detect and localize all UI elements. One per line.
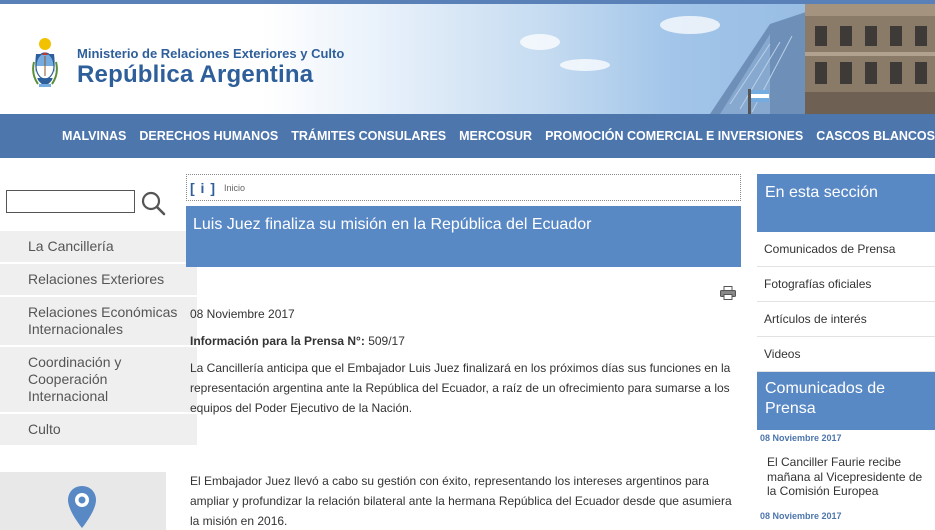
press-releases-heading: Comunicados de Prensa (757, 372, 935, 430)
nav-item-malvinas[interactable]: MALVINAS (62, 129, 126, 143)
site-header: Ministerio de Relaciones Exteriores y Cu… (0, 4, 935, 114)
press-number: 509/17 (364, 334, 405, 348)
main-nav: MALVINAS DERECHOS HUMANOS TRÁMITES CONSU… (0, 114, 935, 158)
nav-item-cascos-blancos[interactable]: CASCOS BLANCOS (816, 129, 935, 143)
article-body: 08 Noviembre 2017 Información para la Pr… (190, 304, 738, 530)
article-title-bar: Luis Juez finaliza su misión en la Repúb… (186, 206, 741, 267)
info-icon: [ i ] (190, 179, 216, 196)
cloud-decoration (520, 34, 560, 50)
nav-item-mercosur[interactable]: MERCOSUR (459, 129, 532, 143)
article-date: 08 Noviembre 2017 (190, 307, 295, 321)
section-links: Comunicados de Prensa Fotografías oficia… (757, 232, 935, 372)
site-logo[interactable]: Ministerio de Relaciones Exteriores y Cu… (30, 34, 344, 94)
section-heading: En esta sección (757, 174, 935, 232)
article-paragraph-2: El Embajador Juez llevó a cabo su gestió… (190, 474, 732, 528)
search-input[interactable] (6, 190, 135, 213)
ministry-name: Ministerio de Relaciones Exteriores y Cu… (77, 46, 345, 61)
printer-icon[interactable] (720, 286, 736, 300)
section-link-fotografias[interactable]: Fotografías oficiales (757, 267, 935, 302)
search-icon[interactable] (140, 190, 166, 216)
building-image (710, 4, 935, 114)
news-date: 08 Noviembre 2017 (760, 511, 842, 521)
nav-item-derechos-humanos[interactable]: DERECHOS HUMANOS (139, 129, 278, 143)
breadcrumb: [ i ] Inicio (186, 174, 741, 201)
news-link[interactable]: El Canciller Faurie recibe mañana al Vic… (767, 455, 932, 499)
news-date: 08 Noviembre 2017 (760, 433, 842, 443)
page-title: Luis Juez finaliza su misión en la Repúb… (193, 216, 592, 233)
cloud-decoration (560, 59, 610, 71)
section-link-comunicados[interactable]: Comunicados de Prensa (757, 232, 935, 267)
sidebar-item-relaciones-economicas[interactable]: Relaciones Económicas Internacionales (0, 297, 197, 347)
sidebar-menu: La Cancillería Relaciones Exteriores Rel… (0, 231, 197, 447)
map-widget[interactable] (0, 472, 166, 530)
sidebar-item-la-cancilleria[interactable]: La Cancillería (0, 231, 197, 264)
coat-of-arms-icon (32, 38, 58, 87)
country-name: República Argentina (77, 61, 314, 88)
location-pin-icon (68, 486, 96, 528)
press-label: Información para la Prensa N°: (190, 334, 365, 348)
section-link-articulos[interactable]: Artículos de interés (757, 302, 935, 337)
nav-item-promocion-comercial[interactable]: PROMOCIÓN COMERCIAL E INVERSIONES (545, 129, 803, 143)
sidebar-item-relaciones-exteriores[interactable]: Relaciones Exteriores (0, 264, 197, 297)
article-paragraph-1: La Cancillería anticipa que el Embajador… (190, 361, 731, 415)
press-info: Información para la Prensa N°: 509/17 (190, 331, 738, 351)
nav-item-tramites-consulares[interactable]: TRÁMITES CONSULARES (291, 129, 446, 143)
section-link-videos[interactable]: Videos (757, 337, 935, 372)
sidebar-item-coordinacion-cooperacion[interactable]: Coordinación y Cooperación Internacional (0, 347, 197, 414)
breadcrumb-home-link[interactable]: Inicio (224, 183, 245, 193)
sidebar-item-culto[interactable]: Culto (0, 414, 197, 447)
